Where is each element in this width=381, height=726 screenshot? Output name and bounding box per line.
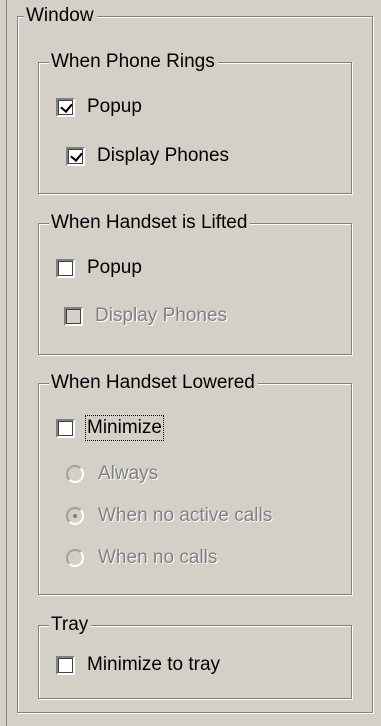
phone-rings-title: When Phone Rings <box>49 51 218 73</box>
check-mark-icon <box>70 148 83 162</box>
handset-lifted-group: When Handset is Lifted <box>38 212 352 355</box>
handset-lifted-popup-checkbox[interactable]: Popup <box>56 257 142 279</box>
window-group-title: Window <box>24 5 97 27</box>
checkbox-box[interactable] <box>56 97 75 117</box>
checkbox-label: Minimize to tray <box>87 654 221 675</box>
radio-when-no-calls[interactable]: When no calls <box>66 547 217 569</box>
checkbox-label: Display Phones <box>95 305 228 326</box>
radio-label: Always <box>98 463 159 484</box>
radio-circle[interactable] <box>66 549 84 567</box>
checkbox-label: Popup <box>87 96 142 117</box>
radio-label: When no calls <box>98 547 218 568</box>
minimize-to-tray-checkbox[interactable]: Minimize to tray <box>56 654 220 676</box>
radio-label: When no active calls <box>98 505 273 526</box>
check-mark-icon <box>60 99 73 113</box>
checkbox-label: Popup <box>87 257 142 278</box>
radio-dot-icon <box>73 514 77 518</box>
radio-circle[interactable] <box>66 465 84 483</box>
handset-lifted-title: When Handset is Lifted <box>49 212 251 234</box>
tray-title: Tray <box>49 614 92 636</box>
phone-rings-display-phones-checkbox[interactable]: Display Phones <box>66 145 229 167</box>
checkbox-box[interactable] <box>64 306 83 326</box>
phone-rings-popup-checkbox[interactable]: Popup <box>56 96 142 118</box>
checkbox-box[interactable] <box>66 146 85 166</box>
phone-rings-group: When Phone Rings <box>38 51 352 194</box>
handset-lifted-display-phones-checkbox[interactable]: Display Phones <box>64 305 227 327</box>
checkbox-label: Display Phones <box>97 145 230 166</box>
panel-left-edge <box>0 0 7 726</box>
minimize-checkbox[interactable]: Minimize <box>56 415 164 441</box>
checkbox-label: Minimize <box>85 415 164 441</box>
radio-always[interactable]: Always <box>66 463 158 485</box>
handset-lowered-title: When Handset Lowered <box>49 372 258 394</box>
radio-circle[interactable] <box>66 507 84 525</box>
radio-when-no-active-calls[interactable]: When no active calls <box>66 505 272 527</box>
checkbox-box[interactable] <box>56 418 75 438</box>
checkbox-box[interactable] <box>56 655 75 675</box>
checkbox-box[interactable] <box>56 258 75 278</box>
